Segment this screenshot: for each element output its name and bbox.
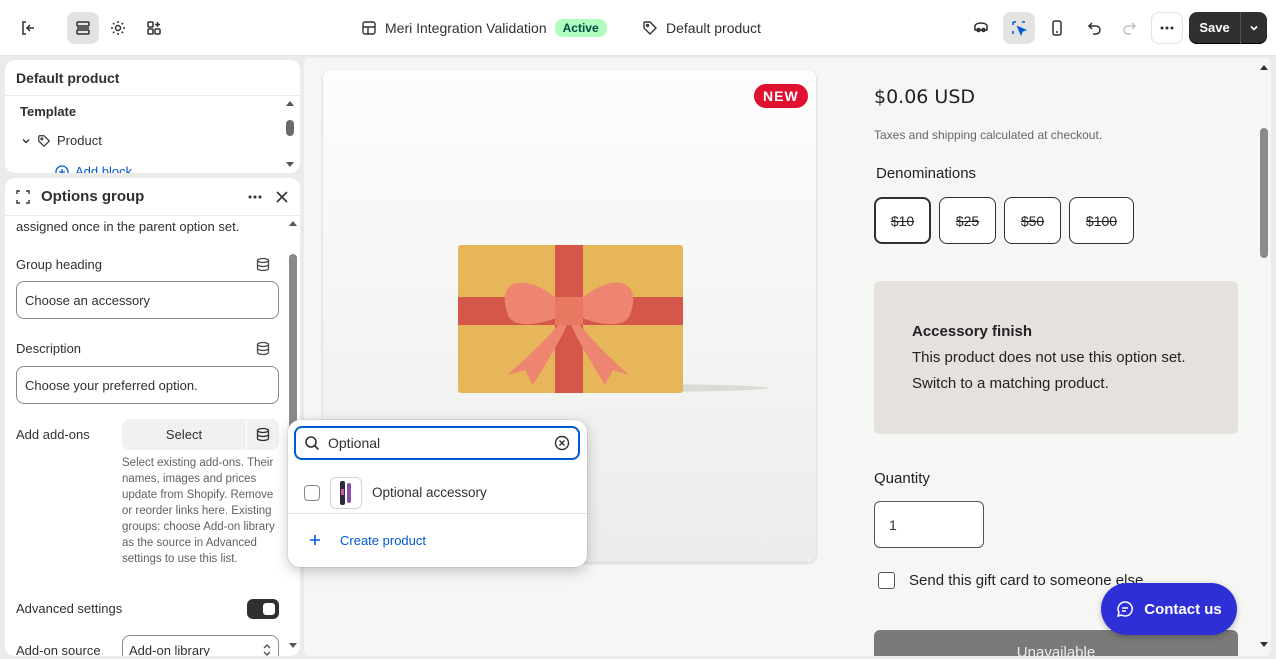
mobile-icon[interactable]: [1041, 12, 1073, 44]
block-settings-panel: Options group assigned once in the paren…: [5, 178, 300, 656]
chat-icon: [1117, 601, 1134, 618]
add-ons-help-text: Select existing add-ons. Their names, im…: [122, 457, 275, 565]
add-on-source-select[interactable]: Add-on library: [122, 635, 279, 656]
option-set-notice: Accessory finish This product does not u…: [874, 281, 1238, 434]
tag-icon: [643, 21, 657, 35]
contact-us-label: Contact us: [1144, 600, 1222, 618]
template-selector[interactable]: Default product: [642, 14, 761, 42]
product-thumbnail-image: [340, 480, 351, 505]
product-search-input[interactable]: Optional: [294, 426, 580, 460]
undo-icon[interactable]: [1079, 12, 1111, 44]
search-value[interactable]: Optional: [328, 435, 546, 451]
save-button[interactable]: Save: [1189, 12, 1241, 44]
product-price: $0.06 USD: [874, 86, 976, 108]
notice-line: This product does not use this option se…: [912, 349, 1186, 366]
select-add-ons-button[interactable]: Select: [122, 419, 246, 450]
inspector-icon[interactable]: [965, 12, 997, 44]
contact-us-button[interactable]: Contact us: [1101, 583, 1237, 635]
add-on-source-value: Add-on library: [129, 642, 210, 657]
group-heading-input[interactable]: Choose an accessory: [16, 281, 279, 319]
plus-icon: [310, 535, 320, 545]
denomination-option[interactable]: $25: [939, 197, 996, 244]
sections-panel: Default product Template Product Add blo…: [5, 60, 300, 173]
notice-title: Accessory finish: [912, 323, 1033, 340]
sections-scrollbar[interactable]: [284, 98, 296, 170]
gift-recipient-option[interactable]: Send this gift card to someone else: [878, 572, 1143, 589]
clear-icon[interactable]: [554, 435, 570, 451]
new-badge: NEW: [752, 82, 810, 110]
layout-icon: [362, 21, 376, 35]
advanced-settings-toggle[interactable]: [247, 599, 279, 619]
apps-icon[interactable]: [138, 12, 170, 44]
denomination-option[interactable]: $10: [874, 197, 931, 244]
top-bar: Meri Integration Validation Active Defau…: [0, 0, 1276, 56]
add-ons-source-button[interactable]: [247, 419, 279, 450]
gear-icon[interactable]: [102, 12, 134, 44]
plus-circle-icon: [55, 164, 69, 173]
denominations-label: Denominations: [876, 165, 977, 182]
tree-item-product[interactable]: Product: [21, 133, 102, 148]
block-settings-header: Options group: [5, 178, 300, 216]
add-ons-label: Add add-ons: [16, 427, 90, 442]
tree-item-label: Product: [57, 133, 102, 148]
result-label: Optional accessory: [372, 485, 487, 500]
add-block-label: Add block: [75, 164, 133, 173]
gift-box-image: [458, 245, 768, 393]
search-result-item[interactable]: Optional accessory: [288, 472, 587, 514]
chevron-down-icon[interactable]: [21, 136, 31, 146]
sections-icon[interactable]: [67, 12, 99, 44]
database-icon[interactable]: [256, 341, 270, 356]
create-product-label: Create product: [340, 532, 426, 548]
store-name: Meri Integration Validation: [385, 20, 547, 36]
create-product-link[interactable]: Create product: [288, 526, 587, 554]
preview-scrollbar[interactable]: [1257, 58, 1271, 656]
quantity-input[interactable]: 1: [874, 501, 984, 548]
product-thumbnail: [330, 476, 362, 509]
more-options-icon[interactable]: [246, 188, 264, 206]
tax-note: Taxes and shipping calculated at checkou…: [874, 128, 1103, 142]
quantity-label: Quantity: [874, 470, 930, 487]
status-badge: Active: [554, 19, 607, 37]
select-arrows-icon: [263, 644, 271, 656]
intro-text: assigned once in the parent option set.: [16, 219, 240, 234]
save-button-group: Save: [1189, 12, 1267, 44]
denomination-option[interactable]: $50: [1004, 197, 1061, 244]
gift-checkbox[interactable]: [878, 572, 895, 589]
block-icon: [16, 189, 30, 204]
add-on-source-label: Add-on source: [16, 643, 101, 656]
more-actions-icon[interactable]: [1151, 12, 1183, 44]
store-selector[interactable]: Meri Integration Validation Active: [361, 14, 607, 42]
tag-icon: [38, 134, 51, 147]
close-icon[interactable]: [274, 189, 290, 205]
template-name: Default product: [666, 20, 761, 36]
sections-panel-title: Default product: [5, 60, 300, 96]
select-cursor-icon[interactable]: [1003, 12, 1035, 44]
result-checkbox[interactable]: [304, 484, 320, 501]
save-options-chevron-icon[interactable]: [1241, 22, 1267, 34]
advanced-settings-label: Advanced settings: [16, 601, 123, 616]
notice-line: Switch to a matching product.: [912, 375, 1109, 392]
database-icon[interactable]: [256, 257, 270, 272]
add-block-link[interactable]: Add block: [55, 164, 132, 173]
block-title: Options group: [41, 188, 145, 205]
description-label: Description: [16, 341, 82, 356]
description-input[interactable]: Choose your preferred option.: [16, 366, 279, 404]
template-heading: Template: [20, 104, 77, 119]
product-picker-popover: Optional Optional accessory Create produ…: [288, 420, 587, 567]
search-icon: [305, 436, 320, 451]
redo-icon: [1113, 12, 1145, 44]
denomination-option[interactable]: $100: [1069, 197, 1134, 244]
database-icon: [256, 427, 270, 442]
exit-icon[interactable]: [12, 12, 44, 44]
group-heading-label: Group heading: [16, 257, 103, 272]
gift-label: Send this gift card to someone else: [909, 572, 1144, 589]
